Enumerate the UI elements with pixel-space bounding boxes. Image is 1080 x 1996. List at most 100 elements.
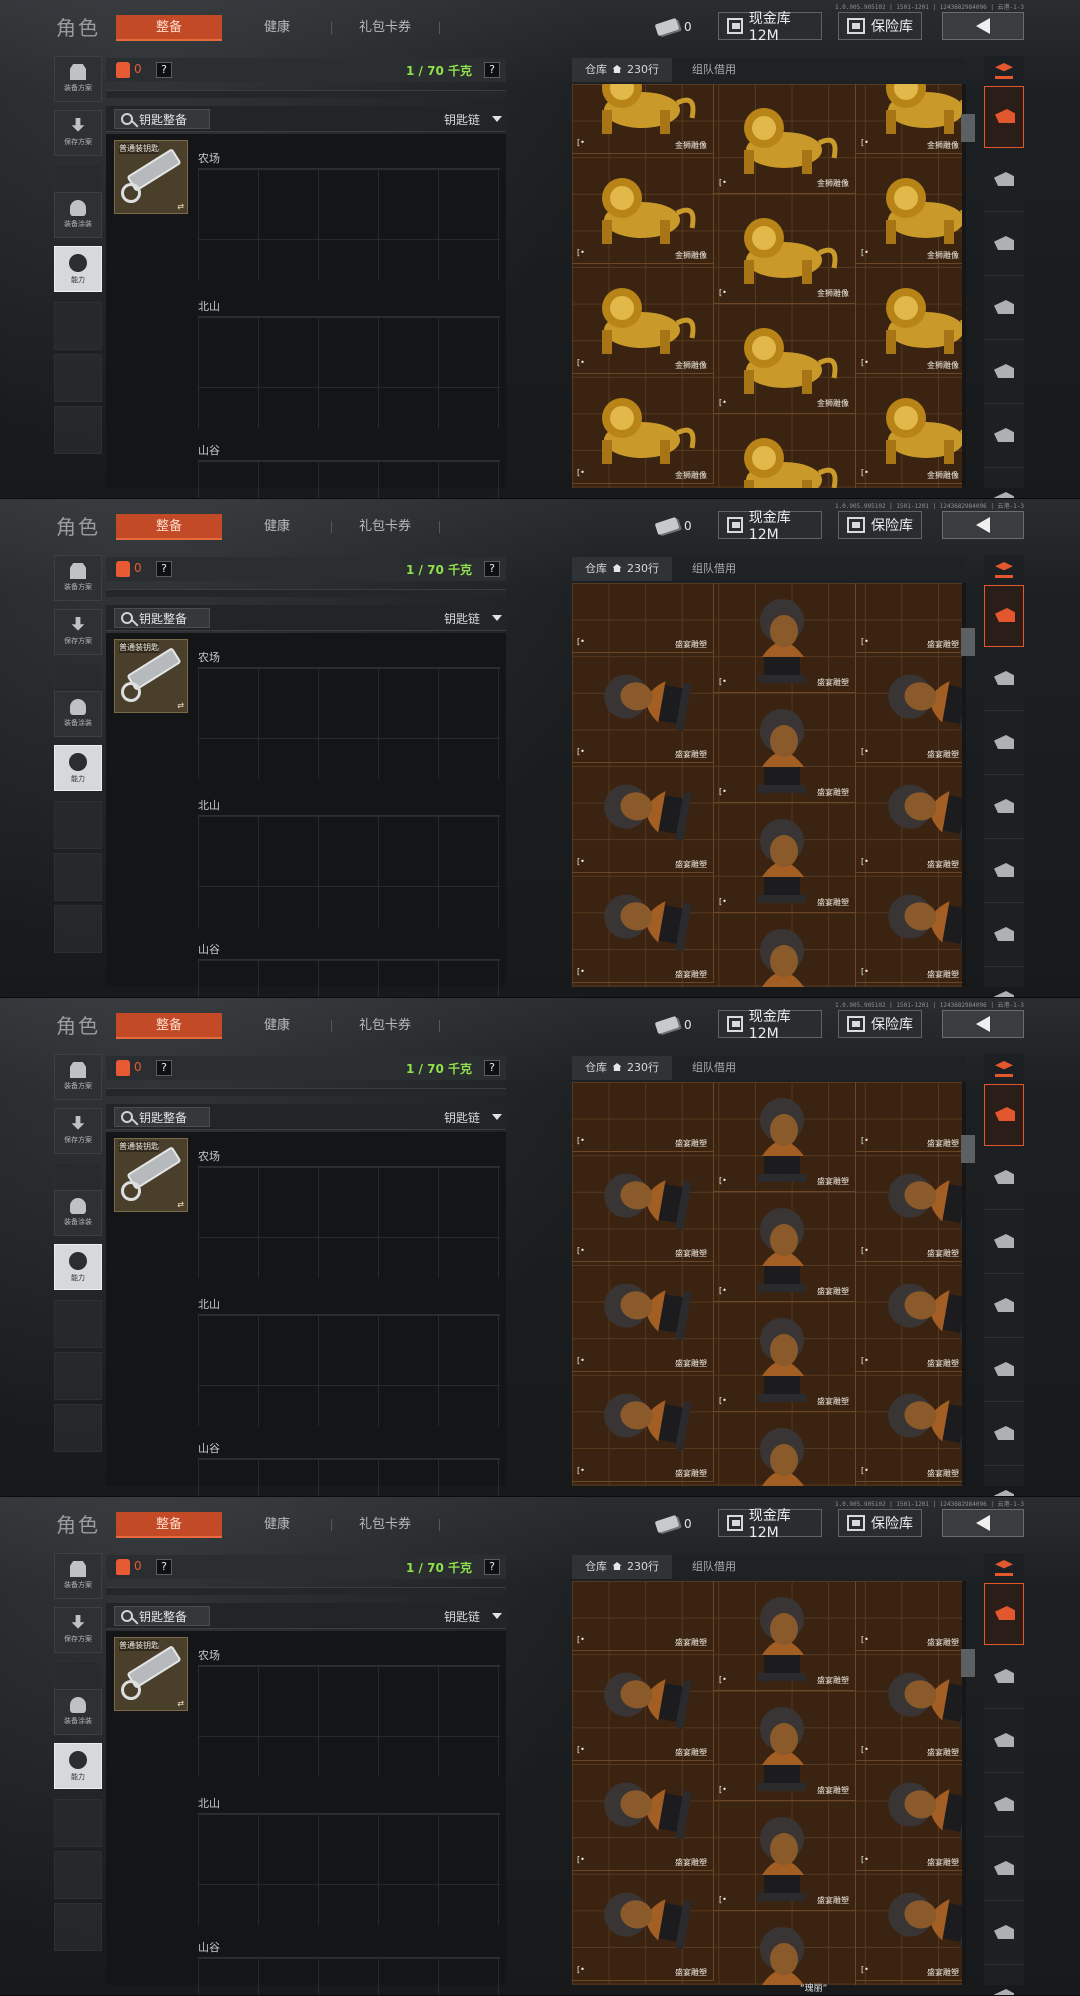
inventory-item[interactable]: 盛宴雕塑[•: [572, 1082, 714, 1230]
category-armor[interactable]: [984, 150, 1024, 212]
inventory-item[interactable]: 金狮雕像 [•: [856, 154, 966, 264]
inventory-item[interactable]: 盛宴雕塑[•: [714, 1691, 856, 1801]
chevron-down-icon[interactable]: [492, 1613, 502, 1619]
inventory-item[interactable]: 盛宴雕塑[•: [856, 873, 966, 983]
help-button[interactable]: ?: [156, 1060, 172, 1076]
inventory-item[interactable]: 盛宴雕塑[•: [856, 1262, 966, 1450]
inventory-item[interactable]: 盛宴雕塑[•: [856, 1871, 966, 1981]
inventory-item[interactable]: 盛宴雕塑[•: [714, 803, 856, 913]
category-gear[interactable]: [984, 1468, 1024, 1496]
inventory-item[interactable]: 金狮雕像 [•: [572, 84, 714, 154]
ticket-counter[interactable]: 0: [654, 1511, 704, 1537]
category-rifle[interactable]: [984, 278, 1024, 340]
key-item-slot[interactable]: 普通装钥匙 ⇄: [114, 1637, 188, 1711]
ability-button[interactable]: 能力: [54, 246, 102, 292]
loadout-plan-button[interactable]: 装备方案: [54, 56, 102, 102]
inventory-item[interactable]: 盛宴雕塑[•: [714, 693, 856, 803]
key-item-slot[interactable]: 普通装钥匙 ⇄: [114, 1138, 188, 1212]
category-all-items[interactable]: [984, 86, 1024, 148]
inventory-item[interactable]: 盛宴雕塑[•: [714, 583, 856, 693]
inventory-grid[interactable]: 金狮雕像 [• 金狮雕像 [• 金狮雕像 [• 金狮雕像 [• 金狮雕像 [• 金狮雕像 [• 金狮雕像…: [572, 84, 966, 488]
inventory-item[interactable]: 盛宴雕塑[•: [572, 1761, 714, 1949]
loadout-plan-button[interactable]: 装备方案: [54, 1553, 102, 1599]
ticket-counter[interactable]: 0: [654, 513, 704, 539]
skin-button[interactable]: 装备涂装: [54, 192, 102, 238]
inventory-item[interactable]: 金狮雕像 [•: [856, 264, 966, 374]
category-all-items[interactable]: [984, 1084, 1024, 1146]
category-magazine[interactable]: [984, 1340, 1024, 1402]
inventory-grid[interactable]: 盛宴雕塑 [• 盛宴雕塑 [• 盛宴雕塑 [• 盛宴雕塑 [• 盛宴雕塑 [• 盛宴雕塑 [• 盛宴雕塑…: [572, 1082, 966, 1486]
inventory-scrollbar[interactable]: [962, 84, 966, 488]
key-loadout-chip[interactable]: 钥匙整备: [114, 1606, 210, 1626]
inventory-item[interactable]: 金狮雕像 [•: [856, 374, 966, 484]
tab-team-borrow[interactable]: 组队借用: [692, 557, 736, 581]
inventory-grid[interactable]: 盛宴雕塑 [• 盛宴雕塑 [• 盛宴雕塑 [• 盛宴雕塑 [• 盛宴雕塑 [• 盛宴雕塑 [• 盛宴雕塑…: [572, 583, 966, 987]
area-slot-grid[interactable]: [198, 667, 500, 779]
tab-gift-coupons[interactable]: 礼包卡券: [332, 15, 438, 41]
category-gear[interactable]: [984, 1967, 1024, 1995]
inventory-item[interactable]: 盛宴雕塑[•: [572, 583, 714, 731]
cash-vault-button[interactable]: 现金库 12M: [718, 1009, 822, 1042]
key-loadout-chip[interactable]: 钥匙整备: [114, 608, 210, 628]
category-rifle[interactable]: [984, 1276, 1024, 1338]
tab-loadout[interactable]: 整备: [116, 1013, 222, 1039]
inventory-item[interactable]: 盛宴雕塑[•: [714, 1192, 856, 1302]
category-all-items[interactable]: [984, 585, 1024, 647]
inventory-item[interactable]: 盛宴雕塑[•: [714, 1412, 856, 1486]
key-item-slot[interactable]: 普通装钥匙 ⇄: [114, 639, 188, 713]
category-gear[interactable]: [984, 969, 1024, 997]
back-button[interactable]: [942, 12, 1024, 40]
save-plan-button[interactable]: 保存方案: [54, 609, 102, 655]
key-loadout-chip[interactable]: 钥匙整备: [114, 109, 210, 129]
category-magazine[interactable]: [984, 1839, 1024, 1901]
inventory-item[interactable]: 盛宴雕塑[•: [572, 653, 714, 841]
area-slot-grid[interactable]: [198, 168, 500, 280]
weight-help-button[interactable]: ?: [484, 1060, 500, 1076]
inventory-item[interactable]: 金狮雕像 [•: [572, 264, 714, 374]
category-helmet[interactable]: [984, 1711, 1024, 1773]
inventory-item[interactable]: 盛宴雕塑[•: [856, 1082, 966, 1230]
area-slot-grid[interactable]: [198, 1665, 500, 1777]
scroll-thumb[interactable]: [961, 114, 975, 143]
category-helmet[interactable]: [984, 214, 1024, 276]
skin-button[interactable]: 装备涂装: [54, 691, 102, 737]
tab-team-borrow[interactable]: 组队借用: [692, 1056, 736, 1080]
chevron-down-icon[interactable]: [492, 1114, 502, 1120]
tab-storage[interactable]: 仓库 230行: [572, 1056, 672, 1080]
skin-button[interactable]: 装备涂装: [54, 1190, 102, 1236]
cash-vault-button[interactable]: 现金库 12M: [718, 11, 822, 44]
category-helmet[interactable]: [984, 1212, 1024, 1274]
inventory-item[interactable]: 盛宴雕塑[•: [572, 1262, 714, 1450]
inventory-item[interactable]: 金狮雕像 [•: [572, 154, 714, 264]
category-armor[interactable]: [984, 649, 1024, 711]
chevron-down-icon[interactable]: [492, 615, 502, 621]
category-all-items[interactable]: [984, 1583, 1024, 1645]
inventory-item[interactable]: 盛宴雕塑[•: [572, 1152, 714, 1340]
tab-gift-coupons[interactable]: 礼包卡券: [332, 514, 438, 540]
area-slot-grid[interactable]: [198, 1957, 500, 1995]
area-slot-grid[interactable]: [198, 815, 500, 927]
ticket-counter[interactable]: 0: [654, 1012, 704, 1038]
inventory-item[interactable]: 盛宴雕塑[•: [572, 873, 714, 983]
tab-loadout[interactable]: 整备: [116, 15, 222, 41]
inventory-item[interactable]: 盛宴雕塑[•: [714, 1082, 856, 1192]
inventory-grid[interactable]: 盛宴雕塑 [• 盛宴雕塑 [• 盛宴雕塑 [• 盛宴雕塑 [• 盛宴雕塑 [• 盛宴雕塑 [• 盛宴雕塑…: [572, 1581, 966, 1985]
inventory-item[interactable]: 盛宴雕塑[•: [572, 1871, 714, 1981]
inventory-item[interactable]: 盛宴雕塑[•: [856, 653, 966, 841]
scroll-thumb[interactable]: [961, 1648, 975, 1677]
keychain-dropdown[interactable]: 钥匙链: [444, 1109, 480, 1126]
help-button[interactable]: ?: [156, 1559, 172, 1575]
weight-help-button[interactable]: ?: [484, 561, 500, 577]
area-slot-grid[interactable]: [198, 1813, 500, 1925]
tab-storage[interactable]: 仓库 230行: [572, 1555, 672, 1579]
chevron-down-icon[interactable]: [492, 116, 502, 122]
inventory-scrollbar[interactable]: [962, 1581, 966, 1985]
loadout-plan-button[interactable]: 装备方案: [54, 555, 102, 601]
inventory-item[interactable]: 盛宴雕塑[•: [856, 583, 966, 731]
scroll-thumb[interactable]: [961, 1134, 975, 1163]
inventory-item[interactable]: 盛宴雕塑[•: [714, 1911, 856, 1985]
tab-gift-coupons[interactable]: 礼包卡券: [332, 1013, 438, 1039]
save-plan-button[interactable]: 保存方案: [54, 1607, 102, 1653]
tab-gift-coupons[interactable]: 礼包卡券: [332, 1512, 438, 1538]
keychain-dropdown[interactable]: 钥匙链: [444, 610, 480, 627]
